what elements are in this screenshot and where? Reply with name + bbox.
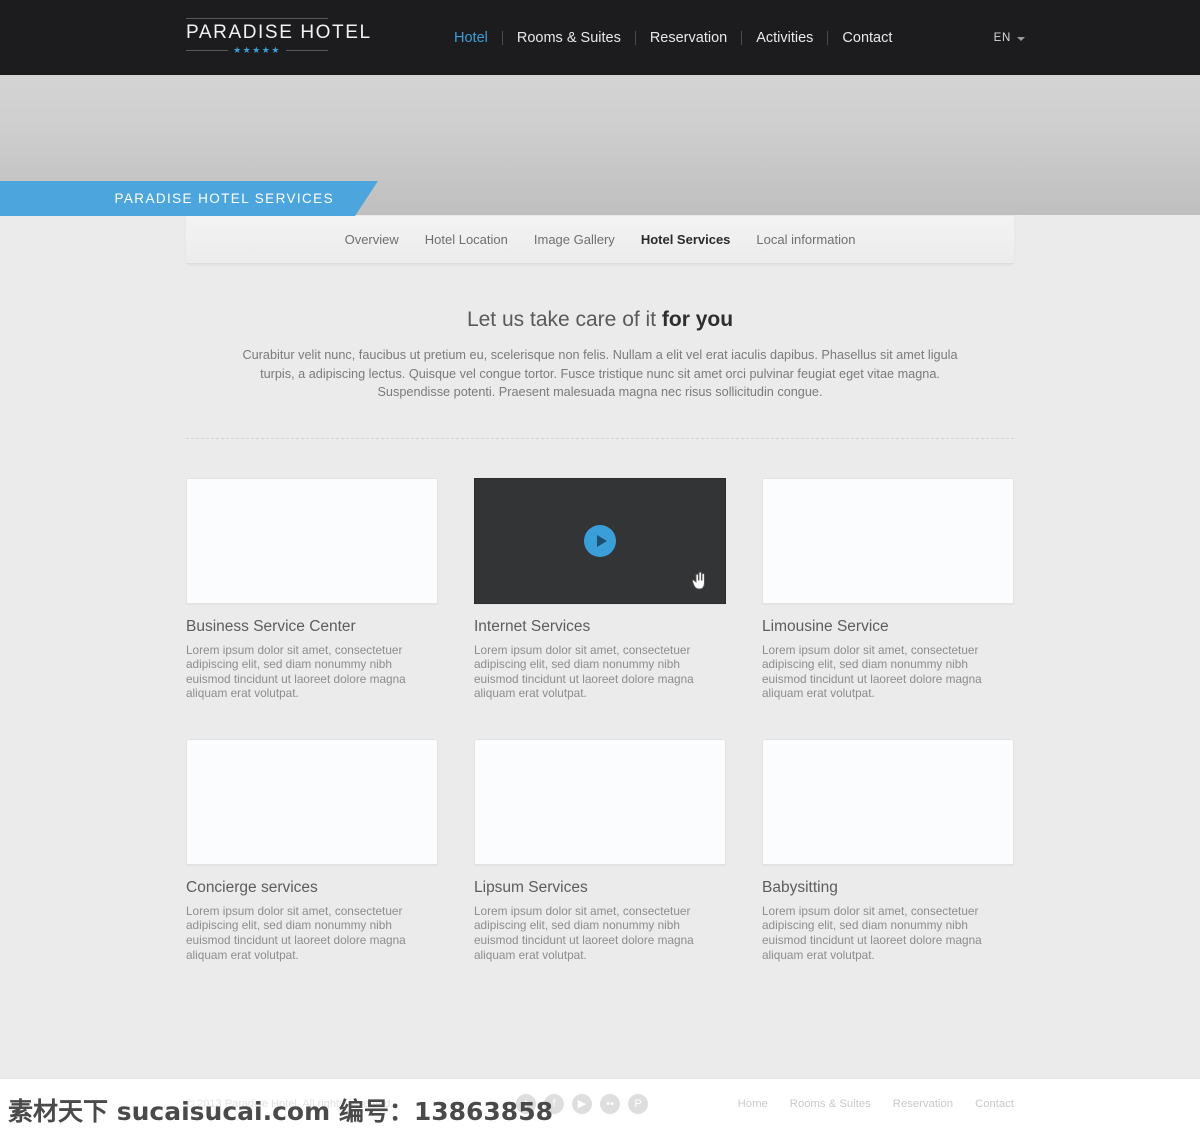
- page-body: Overview Hotel Location Image Gallery Ho…: [0, 216, 1200, 1078]
- watermark-text: 素材天下 sucaisucai.com 编号：13863858: [8, 1097, 553, 1126]
- footer-link-home[interactable]: Home: [738, 1098, 768, 1110]
- footer-navigation: Home Rooms & Suites Reservation Contact: [738, 1098, 1014, 1110]
- service-thumbnail[interactable]: [762, 738, 1014, 865]
- logo-rule-left: [186, 50, 229, 51]
- main-navigation: Hotel Rooms & Suites Reservation Activit…: [440, 0, 906, 75]
- intro-paragraph: Curabitur velit nunc, faucibus ut pretiu…: [242, 348, 958, 399]
- youtube-icon[interactable]: ▶: [572, 1094, 592, 1114]
- service-thumbnail[interactable]: [186, 738, 438, 865]
- service-thumbnail[interactable]: [186, 477, 438, 604]
- page-title-bold: for you: [661, 308, 734, 331]
- flickr-icon[interactable]: ••: [600, 1094, 620, 1114]
- service-description: Lorem ipsum dolor sit amet, consectetuer…: [474, 642, 694, 701]
- footer-link-contact[interactable]: Contact: [975, 1098, 1014, 1110]
- language-label: EN: [993, 31, 1011, 44]
- page-ribbon: PARADISE HOTEL SERVICES: [0, 181, 378, 216]
- service-description: Lorem ipsum dolor sit amet, consectetuer…: [186, 642, 406, 701]
- service-title: Business Service Center: [186, 617, 356, 635]
- service-description: Lorem ipsum dolor sit amet, consectetuer…: [762, 642, 982, 701]
- nav-item-reservation[interactable]: Reservation: [636, 30, 741, 46]
- tab-hotel-services[interactable]: Hotel Services: [628, 232, 744, 247]
- section-tabs: Overview Hotel Location Image Gallery Ho…: [186, 216, 1014, 264]
- service-title: Internet Services: [474, 617, 591, 635]
- content-container: Overview Hotel Location Image Gallery Ho…: [186, 216, 1014, 962]
- ribbon-label: PARADISE HOTEL SERVICES: [114, 191, 334, 206]
- service-title: Concierge services: [186, 878, 318, 896]
- nav-item-contact[interactable]: Contact: [828, 30, 906, 46]
- service-thumbnail[interactable]: [474, 738, 726, 865]
- footer-link-rooms-suites[interactable]: Rooms & Suites: [790, 1098, 871, 1110]
- tab-image-gallery[interactable]: Image Gallery: [521, 232, 628, 247]
- service-title: Limousine Service: [762, 617, 889, 635]
- play-icon[interactable]: [584, 524, 616, 557]
- logo-stars-row: ★★★★★: [186, 46, 328, 55]
- service-card: Lipsum Services Lorem ipsum dolor sit am…: [474, 738, 726, 962]
- logo-rule-right: [285, 50, 328, 51]
- page-title: Let us take care of it for you: [186, 308, 1014, 332]
- site-header: PARADISE HOTEL ★★★★★ Hotel Rooms & Suite…: [0, 0, 1200, 75]
- logo-text: PARADISE HOTEL: [186, 22, 372, 43]
- service-description: Lorem ipsum dolor sit amet, consectetuer…: [762, 903, 982, 962]
- video-player[interactable]: [474, 477, 726, 604]
- site-logo[interactable]: PARADISE HOTEL ★★★★★: [186, 18, 372, 55]
- nav-item-rooms-suites[interactable]: Rooms & Suites: [503, 30, 635, 46]
- service-thumbnail[interactable]: [762, 477, 1014, 604]
- page-title-normal: Let us take care of it: [466, 308, 662, 331]
- service-card: Limousine Service Lorem ipsum dolor sit …: [762, 477, 1014, 701]
- play-triangle: [596, 534, 607, 547]
- star-rating-icon: ★★★★★: [233, 45, 281, 55]
- nav-item-activities[interactable]: Activities: [742, 30, 827, 46]
- footer-link-reservation[interactable]: Reservation: [893, 1098, 953, 1110]
- service-title: Babysitting: [762, 878, 838, 896]
- service-card: Internet Services Lorem ipsum dolor sit …: [474, 477, 726, 701]
- nav-item-hotel[interactable]: Hotel: [440, 30, 502, 46]
- service-card: Business Service Center Lorem ipsum dolo…: [186, 477, 438, 701]
- service-description: Lorem ipsum dolor sit amet, consectetuer…: [186, 903, 406, 962]
- service-card: Concierge services Lorem ipsum dolor sit…: [186, 738, 438, 962]
- chevron-down-icon: [1017, 36, 1025, 41]
- section-divider: [186, 437, 1014, 439]
- tab-local-information[interactable]: Local information: [743, 232, 868, 247]
- services-grid: Business Service Center Lorem ipsum dolo…: [186, 477, 1014, 963]
- service-description: Lorem ipsum dolor sit amet, consectetuer…: [474, 903, 694, 962]
- language-selector[interactable]: EN: [994, 0, 1025, 75]
- pinterest-icon[interactable]: P: [628, 1094, 648, 1114]
- service-title: Lipsum Services: [474, 878, 588, 896]
- hand-cursor-icon: [691, 571, 705, 589]
- tab-overview[interactable]: Overview: [332, 232, 412, 247]
- tab-hotel-location[interactable]: Hotel Location: [412, 232, 521, 247]
- service-card: Babysitting Lorem ipsum dolor sit amet, …: [762, 738, 1014, 962]
